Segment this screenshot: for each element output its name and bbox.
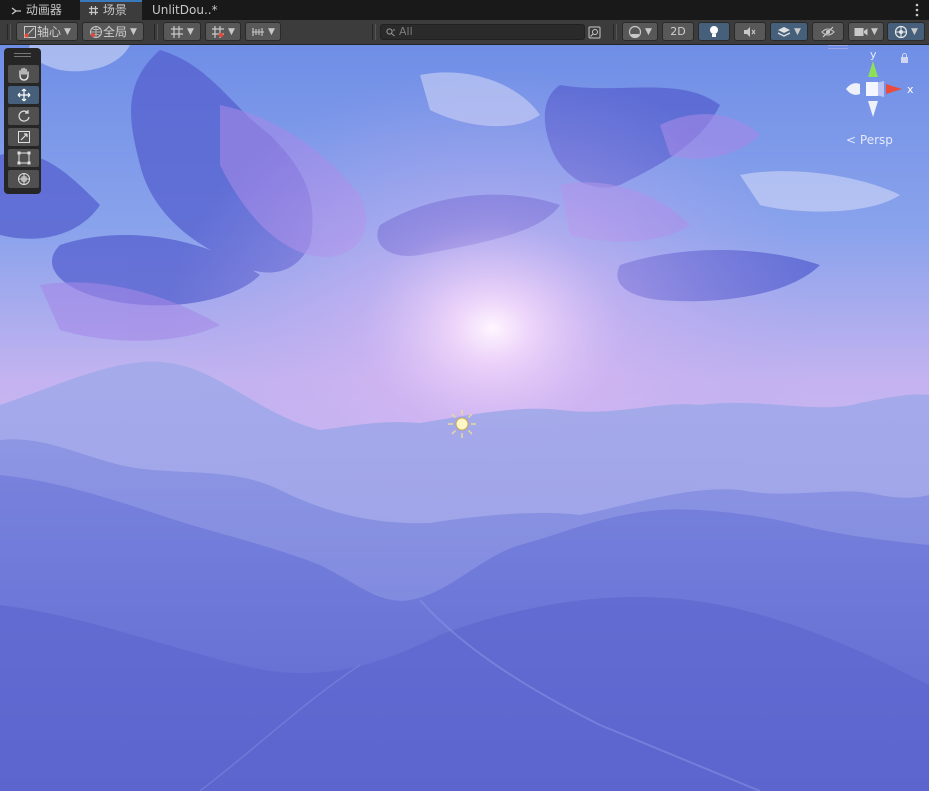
global-label: 全局 [103, 25, 128, 39]
chevron-down-icon: ▼ [268, 26, 275, 37]
scene-grid-icon [89, 6, 98, 15]
transform-tools-panel [4, 48, 41, 194]
grid-visibility-button[interactable]: ▼ [163, 22, 201, 41]
camera-settings-button[interactable]: ▼ [848, 22, 884, 41]
toolbar-grip[interactable] [7, 24, 11, 40]
rect-tool-button[interactable] [8, 149, 39, 167]
grid-snap-icon [212, 25, 225, 38]
hidden-eye-icon [821, 26, 835, 37]
tab-scene-label: 场景 [102, 3, 127, 17]
2d-mode-button[interactable]: 2D [662, 22, 694, 41]
tab-unlitdouble[interactable]: UnlitDou..* [152, 0, 232, 20]
camera-icon [854, 27, 868, 36]
audio-muted-icon [744, 26, 756, 37]
toolbar-grip[interactable] [154, 24, 158, 40]
rotate-icon [17, 110, 30, 122]
tab-bar: 动画器 场景 UnlitDou..* [0, 0, 929, 20]
pivot-icon [24, 25, 37, 38]
projection-toggle[interactable]: < Persp [846, 133, 893, 147]
chevron-down-icon: ▼ [911, 26, 918, 37]
chevron-down-icon: ▼ [871, 26, 878, 37]
orientation-gizmo[interactable]: y x < Persp [828, 45, 929, 147]
projection-label: Persp [859, 133, 893, 147]
search-input[interactable]: All [380, 24, 585, 40]
tab-animator[interactable]: 动画器 [0, 0, 78, 20]
ruler-icon [252, 27, 265, 36]
combined-transform-icon [17, 173, 30, 185]
gizmo-globe-icon [894, 25, 908, 38]
chevron-down-icon: ▼ [228, 26, 235, 37]
search-placeholder: All [399, 25, 413, 38]
scene-toolbar: 轴心 ▼ 全局 ▼ ▼ ▼ ▼ All ▼ 2D ▼ ▼ ▼ [0, 20, 929, 45]
draw-mode-button[interactable]: ▼ [622, 22, 658, 41]
grid-snap-button[interactable]: ▼ [205, 22, 241, 41]
scene-visibility-button[interactable] [812, 22, 844, 41]
move-tool-button[interactable] [8, 86, 39, 104]
audio-toggle-button[interactable] [734, 22, 766, 41]
directional-light-sun-icon[interactable] [445, 407, 479, 441]
grid-icon [171, 25, 184, 38]
pivot-toggle-button[interactable]: 轴心 ▼ [16, 22, 78, 41]
shading-mode-icon [628, 25, 642, 38]
toolbar-grip[interactable] [372, 24, 376, 40]
hand-tool-button[interactable] [8, 65, 39, 83]
search-icon [386, 28, 395, 37]
scale-tool-button[interactable] [8, 128, 39, 146]
chevron-down-icon: ▼ [187, 26, 194, 37]
tab-unlitdouble-label: UnlitDou..* [152, 3, 218, 17]
chevron-down-icon: ▼ [794, 26, 801, 37]
axis-x-label: x [907, 83, 914, 96]
globe-icon [90, 25, 103, 38]
chevron-left-icon: < [846, 133, 857, 147]
search-scene-icon[interactable] [588, 26, 601, 39]
2d-mode-label: 2D [670, 25, 686, 38]
effects-toggle-button[interactable]: ▼ [770, 22, 808, 41]
global-local-toggle-button[interactable]: 全局 ▼ [82, 22, 144, 41]
more-options-icon[interactable] [915, 3, 919, 17]
chevron-down-icon: ▼ [64, 26, 71, 37]
layers-icon [777, 26, 791, 37]
scale-icon [17, 131, 30, 143]
axis-gizmo-icon [846, 61, 902, 117]
light-bulb-icon [710, 25, 718, 37]
pivot-label: 轴心 [37, 25, 62, 39]
rotate-tool-button[interactable] [8, 107, 39, 125]
lighting-toggle-button[interactable] [698, 22, 730, 41]
chevron-down-icon: ▼ [130, 26, 137, 37]
tab-scene[interactable]: 场景 [80, 0, 142, 20]
increment-snap-button[interactable]: ▼ [245, 22, 281, 41]
rect-transform-icon [17, 151, 30, 165]
scene-viewport[interactable] [0, 45, 929, 791]
tab-animator-label: 动画器 [25, 3, 62, 17]
hand-icon [18, 67, 29, 81]
gizmos-button[interactable]: ▼ [887, 22, 925, 41]
animator-icon [11, 6, 21, 15]
move-arrows-icon [17, 88, 30, 102]
toolbar-grip[interactable] [613, 24, 617, 40]
chevron-down-icon: ▼ [645, 26, 652, 37]
transform-tool-button[interactable] [8, 170, 39, 188]
